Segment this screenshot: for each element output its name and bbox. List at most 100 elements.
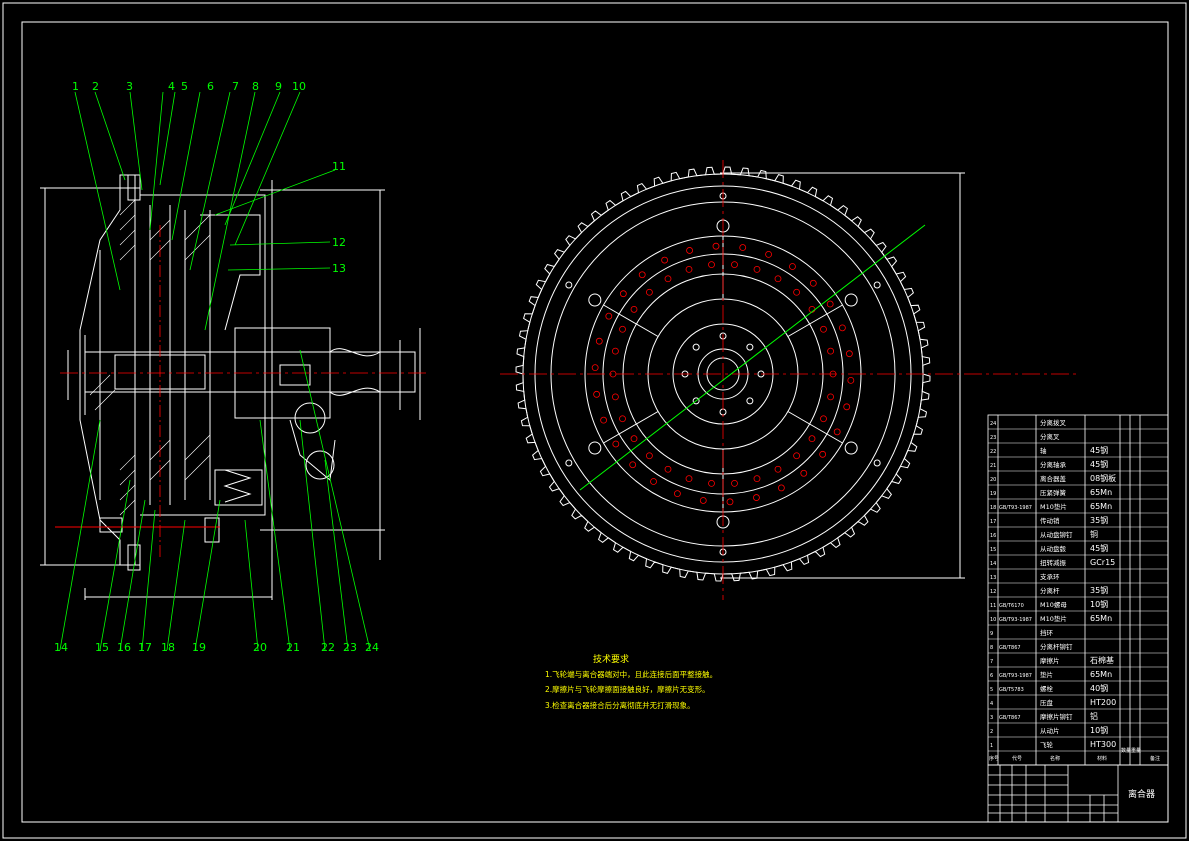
- bom-cell-no: 17: [990, 519, 996, 525]
- part-label: 14: [54, 641, 68, 654]
- part-label: 6: [207, 80, 214, 93]
- bom-cell-material: 35钢: [1090, 585, 1108, 595]
- bom-cell-material: HT300: [1090, 740, 1116, 749]
- bom-cell-name: 从动片: [1040, 726, 1060, 735]
- bom-cell-code: GB/T93-1987: [999, 617, 1032, 623]
- part-label: 12: [332, 236, 346, 249]
- bom-cell-material: 40钢: [1090, 683, 1108, 693]
- bom-cell-no: 22: [990, 449, 996, 455]
- bom-cell-name: 压盘: [1040, 698, 1054, 707]
- bom-header-remark: 备注: [1150, 755, 1160, 762]
- bom-cell-no: 14: [990, 561, 996, 567]
- bom-cell-name: 分离杆铆钉: [1040, 642, 1073, 651]
- bom-cell-no: 23: [990, 435, 996, 441]
- bom-cell-name: 飞轮: [1040, 740, 1054, 749]
- bom-cell-material: 08钢板: [1090, 473, 1116, 483]
- bom-cell-name: 摩擦片: [1040, 656, 1060, 665]
- tech-req-item: 3.检查离合器接合后分离彻底并无打滑现象。: [545, 700, 695, 710]
- bom-cell-code: GB/T6170: [999, 603, 1024, 609]
- bom-cell-no: 18: [990, 505, 996, 511]
- bom-cell-name: 支承环: [1040, 572, 1060, 581]
- bom-cell-name: 轴: [1040, 446, 1047, 455]
- part-label: 13: [332, 262, 346, 275]
- bom-cell-material: GCr15: [1090, 558, 1115, 567]
- part-label: 4: [168, 80, 175, 93]
- bom-cell-name: 传动销: [1040, 516, 1060, 525]
- bom-cell-material: 10钢: [1090, 599, 1108, 609]
- bom-header-no: 序号: [989, 755, 999, 762]
- part-label: 19: [192, 641, 206, 654]
- bom-cell-no: 15: [990, 547, 996, 553]
- bom-cell-no: 3: [990, 715, 993, 721]
- bom-cell-name: 分离轴承: [1040, 460, 1067, 469]
- bom-cell-material: 10钢: [1090, 725, 1108, 735]
- bom-header-code: 代号: [1012, 755, 1022, 762]
- bom-cell-no: 24: [990, 421, 996, 427]
- part-label: 7: [232, 80, 239, 93]
- bom-cell-name: 摩擦片铆钉: [1040, 712, 1073, 721]
- bom-cell-name: 压紧弹簧: [1040, 488, 1067, 497]
- bom-cell-code: GB/T5783: [999, 687, 1024, 693]
- bom-cell-name: 分离拨叉: [1040, 418, 1067, 427]
- bom-cell-no: 19: [990, 491, 996, 497]
- tech-req-item: 2.摩擦片与飞轮摩擦面接触良好，摩擦片无变形。: [545, 684, 710, 694]
- bom-cell-no: 9: [990, 631, 993, 637]
- bom-header-weight: 重量: [1131, 747, 1141, 754]
- bom-cell-no: 13: [990, 575, 996, 581]
- bom-cell-no: 12: [990, 589, 996, 595]
- part-label: 15: [95, 641, 109, 654]
- bom-cell-name: 分离杆: [1040, 586, 1060, 595]
- part-label: 24: [365, 641, 379, 654]
- bom-cell-no: 5: [990, 687, 993, 693]
- bom-cell-material: 45钢: [1090, 445, 1108, 455]
- bom-header-qty: 数量: [1121, 747, 1131, 754]
- part-label: 20: [253, 641, 267, 654]
- bom-cell-material: 铜: [1090, 529, 1098, 539]
- bom-cell-material: 65Mn: [1090, 670, 1112, 679]
- part-label: 2: [92, 80, 99, 93]
- bom-cell-code: GB/T93-1987: [999, 673, 1032, 679]
- bom-cell-no: 11: [990, 603, 996, 609]
- bom-cell-material: 65Mn: [1090, 502, 1112, 511]
- bom-cell-material: 铝: [1090, 711, 1098, 721]
- part-label: 21: [286, 641, 300, 654]
- bom-cell-name: 挡环: [1040, 628, 1054, 637]
- bom-cell-name: M10垫片: [1040, 614, 1067, 623]
- bom-cell-no: 21: [990, 463, 996, 469]
- drawing-title: 离合器: [1128, 788, 1155, 800]
- bom-cell-no: 10: [990, 617, 996, 623]
- part-label: 16: [117, 641, 131, 654]
- bom-cell-material: 65Mn: [1090, 614, 1112, 623]
- bom-cell-material: 45钢: [1090, 459, 1108, 469]
- bom-cell-name: M10螺母: [1040, 600, 1067, 609]
- bom-cell-no: 7: [990, 659, 993, 665]
- bom-cell-name: 螺栓: [1040, 684, 1054, 693]
- bom-cell-name: 从动盘毂: [1040, 544, 1067, 553]
- part-label: 10: [292, 80, 306, 93]
- bom-cell-name: 分离叉: [1040, 432, 1060, 441]
- bom-header-name: 名称: [1050, 755, 1060, 762]
- bom-cell-material: 石棉基: [1090, 655, 1114, 665]
- bom-cell-name: M10垫片: [1040, 502, 1067, 511]
- bom-cell-material: 35钢: [1090, 515, 1108, 525]
- bom-cell-name: 离合器盖: [1040, 474, 1067, 483]
- part-label: 9: [275, 80, 282, 93]
- tech-req-heading: 技术要求: [593, 653, 629, 665]
- part-label: 5: [181, 80, 188, 93]
- part-label: 17: [138, 641, 152, 654]
- bom-cell-no: 6: [990, 673, 993, 679]
- bom-cell-code: GB/T867: [999, 715, 1021, 721]
- part-label: 22: [321, 641, 335, 654]
- part-label: 11: [332, 160, 346, 173]
- bom-cell-code: GB/T93-1987: [999, 505, 1032, 511]
- bom-cell-no: 8: [990, 645, 993, 651]
- bom-cell-code: GB/T867: [999, 645, 1021, 651]
- bom-cell-no: 4: [990, 701, 993, 707]
- part-label: 1: [72, 80, 79, 93]
- part-label: 18: [161, 641, 175, 654]
- tech-req-item: 1.飞轮端与离合器端对中，且此连接后面平整接触。: [545, 669, 717, 679]
- cad-drawing-sheet: 1 2 3 4 5 6 7 8 9 10 11 12 13 14 15 16 1…: [0, 0, 1189, 841]
- bom-cell-no: 16: [990, 533, 996, 539]
- bom-cell-material: HT200: [1090, 698, 1116, 707]
- bom-cell-material: 65Mn: [1090, 488, 1112, 497]
